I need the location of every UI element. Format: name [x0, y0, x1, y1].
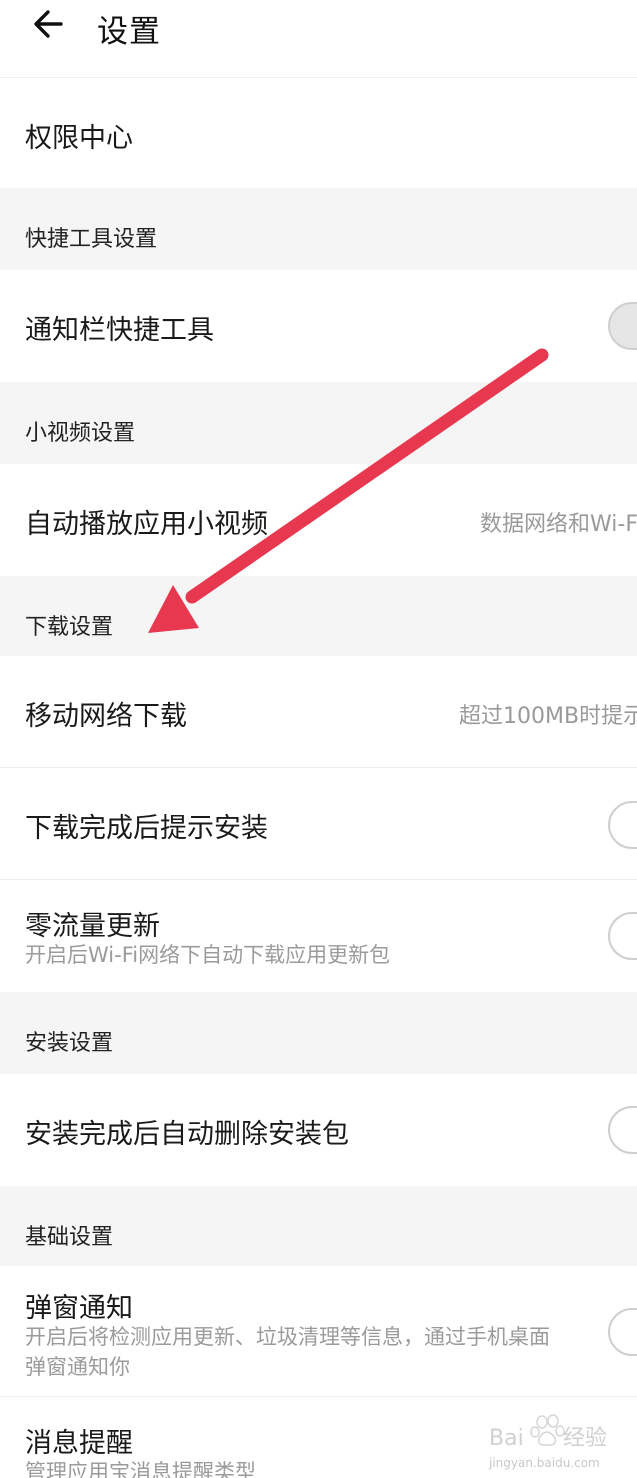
autoplay-value: 数据网络和Wi-Fi [480, 512, 637, 537]
row-title: 自动播放应用小视频 [25, 509, 268, 540]
section-header-video: 小视频设置 [0, 382, 637, 464]
app-header: 设置 [0, 0, 637, 78]
row-title: 移动网络下载 [25, 701, 187, 732]
section-header-shortcut: 快捷工具设置 [0, 188, 637, 270]
autoplay-row[interactable]: 自动播放应用小视频 数据网络和Wi-Fi [0, 464, 637, 576]
section-title: 下载设置 [25, 615, 114, 640]
notify-bar-row[interactable]: 通知栏快捷工具 [0, 270, 637, 382]
settings-screen: 设置 权限中心 快捷工具设置 通知栏快捷工具 小视频设置 自动播放应用小视频 数… [0, 0, 637, 1478]
popup-notice-row[interactable]: 弹窗通知 开启后将检测应用更新、垃圾清理等信息，通过手机桌面弹窗通知你 [0, 1266, 637, 1396]
section-title: 基础设置 [25, 1225, 114, 1250]
auto-delete-package-row[interactable]: 安装完成后自动删除安装包 [0, 1074, 637, 1186]
permission-center-row[interactable]: 权限中心 [0, 80, 637, 188]
row-title: 零流量更新 [25, 911, 160, 942]
row-title: 安装完成后自动删除安装包 [25, 1119, 349, 1150]
page-title: 设置 [97, 14, 161, 50]
section-title: 快捷工具设置 [25, 227, 158, 252]
section-header-install: 安装设置 [0, 992, 637, 1074]
row-title: 弹窗通知 [25, 1293, 133, 1324]
row-subtitle: 管理应用宝消息提醒类型 [25, 1460, 256, 1478]
row-subtitle: 开启后Wi-Fi网络下自动下载应用更新包 [25, 943, 391, 967]
row-title: 下载完成后提示安装 [25, 813, 268, 844]
section-header-basic: 基础设置 [0, 1186, 637, 1266]
zero-flow-update-row[interactable]: 零流量更新 开启后Wi-Fi网络下自动下载应用更新包 [0, 880, 637, 992]
row-title: 权限中心 [25, 123, 133, 154]
watermark-brand: Bai [489, 1426, 524, 1451]
install-prompt-row[interactable]: 下载完成后提示安装 [0, 768, 637, 879]
auto-delete-toggle[interactable] [608, 1106, 637, 1154]
watermark-url: jingyan.baidu.com [489, 1456, 600, 1470]
install-prompt-toggle[interactable] [608, 801, 637, 849]
mobile-download-value: 超过100MB时提示 [459, 704, 637, 729]
back-button[interactable] [28, 4, 68, 44]
mobile-download-row[interactable]: 移动网络下载 超过100MB时提示 [0, 656, 637, 767]
row-title: 消息提醒 [25, 1428, 133, 1459]
row-title: 通知栏快捷工具 [25, 315, 214, 346]
notify-bar-toggle[interactable] [608, 302, 637, 350]
zero-flow-toggle[interactable] [608, 912, 637, 960]
section-header-download: 下载设置 [0, 576, 637, 656]
section-title: 安装设置 [25, 1031, 114, 1056]
watermark-brand-cn: 经验 [563, 1426, 607, 1451]
section-title: 小视频设置 [25, 421, 136, 446]
popup-notice-toggle[interactable] [608, 1308, 637, 1356]
arrow-left-icon [34, 10, 63, 38]
row-subtitle: 开启后将检测应用更新、垃圾清理等信息，通过手机桌面弹窗通知你 [25, 1325, 550, 1379]
